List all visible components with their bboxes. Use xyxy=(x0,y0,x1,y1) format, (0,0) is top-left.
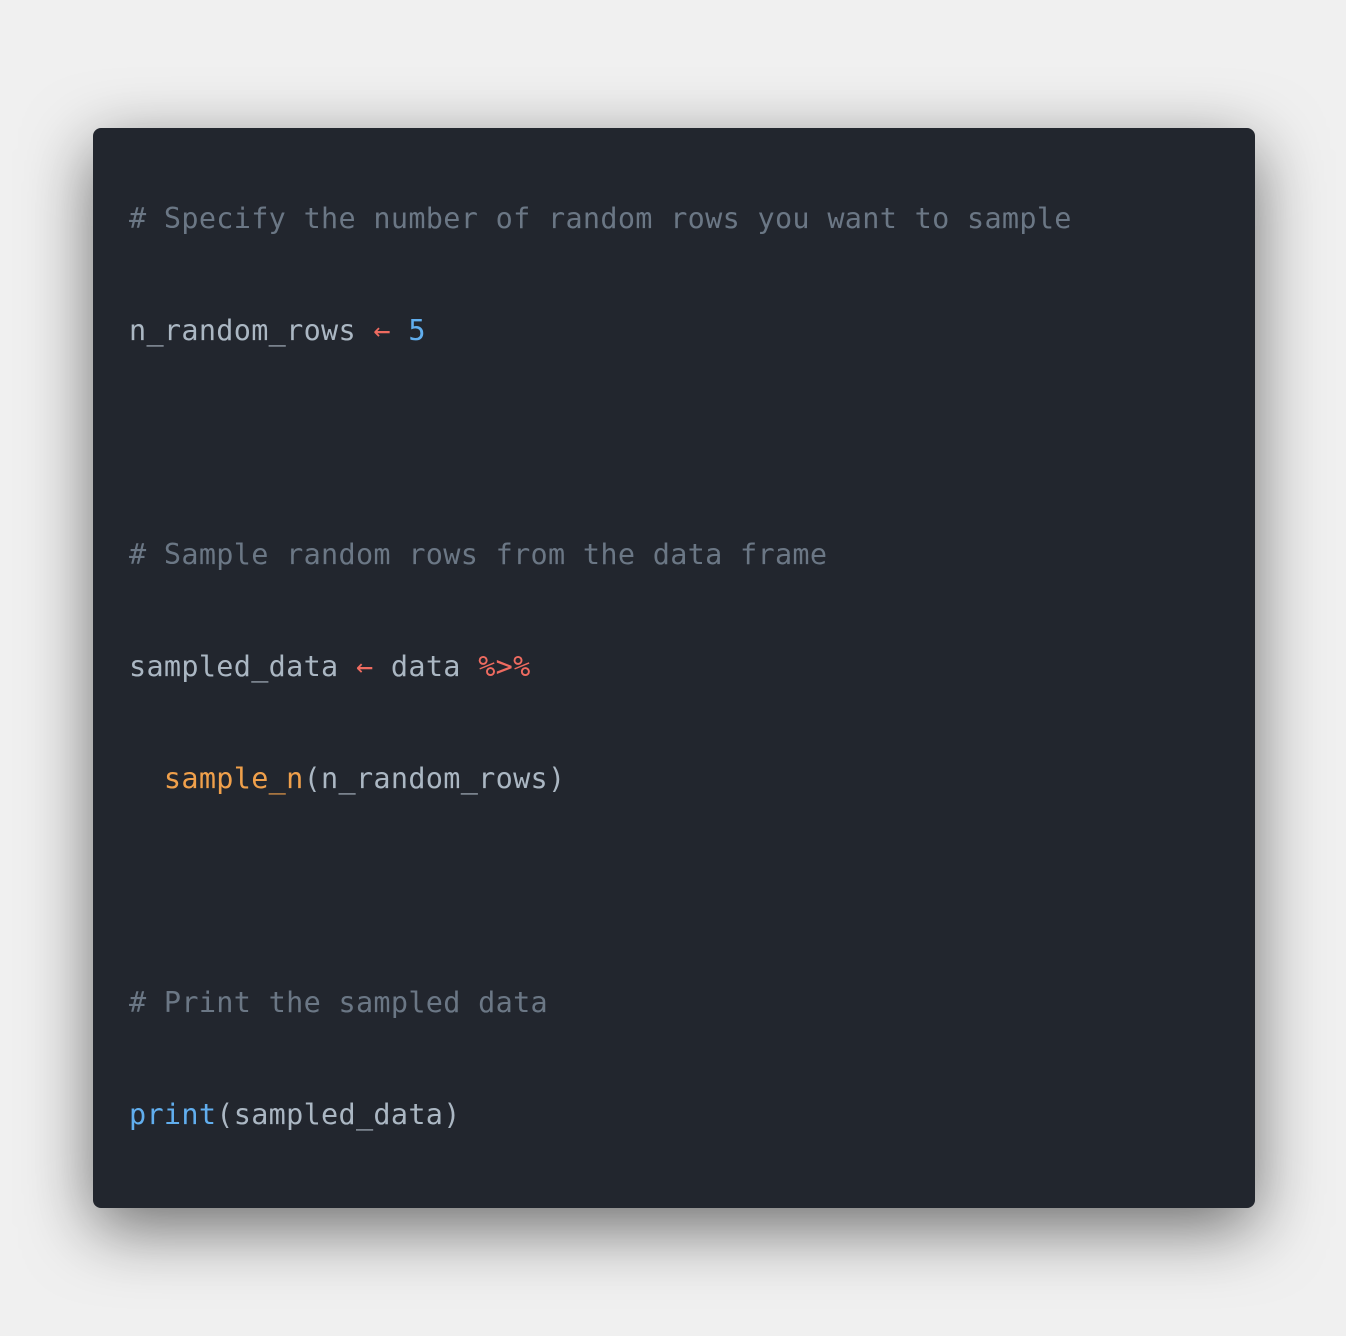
code-block: # Specify the number of random rows you … xyxy=(129,191,1072,1143)
code-line: # Specify the number of random rows you … xyxy=(129,191,1072,247)
code-line: # Sample random rows from the data frame xyxy=(129,527,1072,583)
code-line: print(sampled_data) xyxy=(129,1087,1072,1143)
code-comment: # Sample random rows from the data frame xyxy=(129,538,828,571)
code-line: sample_n(n_random_rows) xyxy=(129,751,1072,807)
code-line: sampled_data ← data %>% xyxy=(129,639,1072,695)
code-text: data xyxy=(373,650,479,683)
code-comment: # Print the sampled data xyxy=(129,986,549,1019)
code-text: (n_random_rows) xyxy=(303,762,566,795)
code-builtin-function: print xyxy=(129,1098,217,1131)
code-text: sampled_data xyxy=(129,650,356,683)
code-text: (sampled_data) xyxy=(216,1098,461,1131)
code-number: 5 xyxy=(408,314,426,347)
code-line: n_random_rows ← 5 xyxy=(129,303,1072,359)
code-card: # Specify the number of random rows you … xyxy=(93,128,1255,1208)
code-function-call: sample_n xyxy=(163,762,304,795)
code-operator: %>% xyxy=(478,650,531,683)
code-operator: ← xyxy=(355,650,374,683)
code-line: # Print the sampled data xyxy=(129,975,1072,1031)
code-operator: ← xyxy=(373,314,391,347)
code-comment: # Specify the number of random rows you … xyxy=(129,202,1072,235)
code-text: n_random_rows xyxy=(129,314,374,347)
